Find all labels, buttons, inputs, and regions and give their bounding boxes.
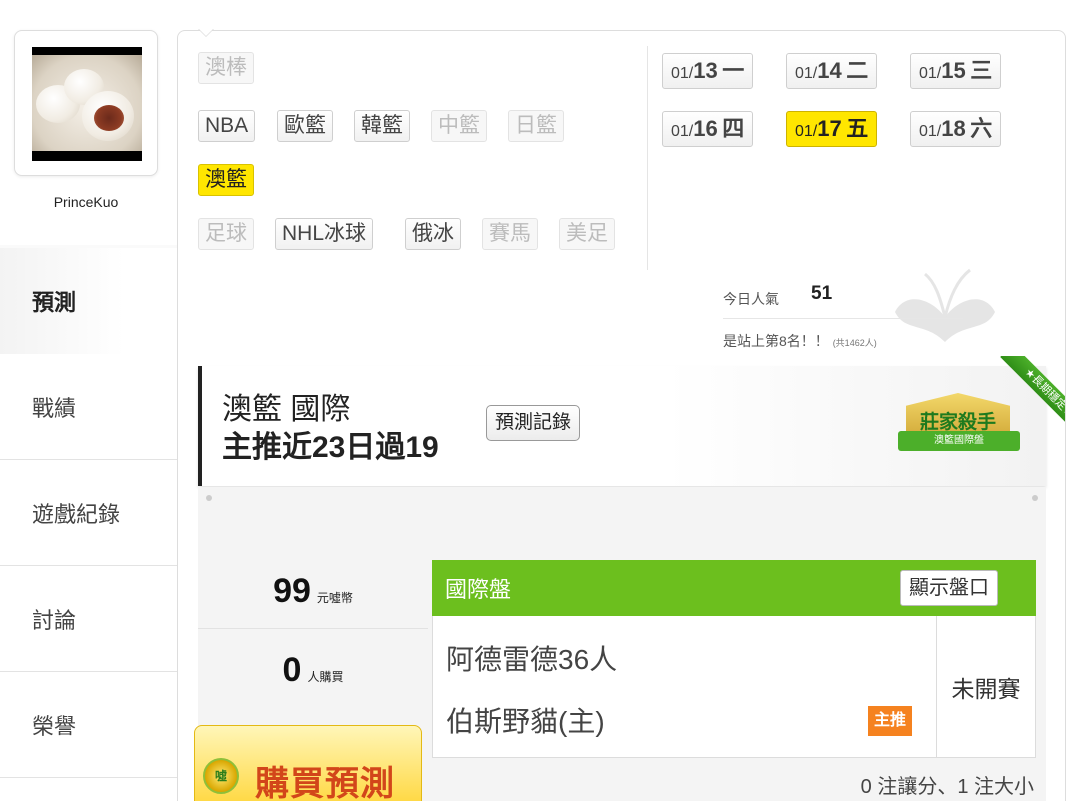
- date-button-0118[interactable]: 01/18 六: [910, 111, 1002, 147]
- sport-tag-horse-racing[interactable]: 賽馬: [482, 218, 538, 250]
- buy-prediction-button[interactable]: 噓 購買預測: [194, 725, 422, 801]
- sport-tag-aus-baseball[interactable]: 澳棒: [198, 52, 254, 84]
- date-day: 13: [693, 58, 718, 83]
- corner-dot: [206, 495, 212, 501]
- date-button-0113[interactable]: 01/13 一: [662, 53, 754, 89]
- date-day: 15: [941, 58, 966, 83]
- date-day: 17: [817, 116, 842, 141]
- sport-tag-japan-basketball[interactable]: 日籃: [508, 110, 564, 142]
- price-value: 99: [273, 572, 311, 610]
- buyers-value: 0: [282, 650, 302, 689]
- rank-text: 是站上第8名！！ (共1462人): [723, 331, 877, 351]
- sport-tag-korea-basketball[interactable]: 韓籃: [354, 110, 410, 142]
- date-weekday: 五: [846, 116, 869, 141]
- nav-item-predict[interactable]: 預測: [0, 248, 178, 354]
- market-title: 國際盤: [445, 577, 512, 602]
- popularity-divider: [723, 318, 963, 319]
- date-weekday: 六: [970, 116, 993, 141]
- panel-notch: [198, 29, 214, 40]
- buyers-cell: 0 人購買: [198, 640, 428, 700]
- date-prefix: 01/: [795, 123, 818, 140]
- date-button-0114[interactable]: 01/14 二: [786, 53, 878, 89]
- sport-tag-aus-basketball[interactable]: 澳籃: [198, 164, 254, 196]
- nav-item-record[interactable]: 戰績: [0, 354, 178, 460]
- record-title: 主推近23日過19: [222, 431, 439, 464]
- date-weekday: 一: [722, 58, 745, 83]
- prediction-history-button[interactable]: 預測記錄: [486, 405, 581, 441]
- avatar-bun-filling: [94, 105, 124, 131]
- date-button-0116[interactable]: 01/16 四: [662, 111, 754, 147]
- popularity-value: 51: [811, 283, 833, 304]
- bets-summary: 0 注讓分、1 注大小: [860, 776, 1034, 798]
- date-weekday: 二: [846, 58, 869, 83]
- date-prefix: 01/: [671, 123, 694, 140]
- nav-item-game-log[interactable]: 遊戲紀錄: [0, 460, 178, 566]
- date-prefix: 01/: [919, 123, 942, 140]
- corner-ribbon: ★長期穩定★: [975, 356, 1065, 446]
- sport-tag-nba[interactable]: NBA: [198, 110, 256, 142]
- nav-item-discuss[interactable]: 討論: [0, 566, 178, 672]
- date-day: 14: [817, 58, 842, 83]
- sport-tag-euro-basketball[interactable]: 歐籃: [277, 110, 333, 142]
- date-day: 18: [941, 116, 966, 141]
- date-weekday: 四: [722, 116, 745, 141]
- corner-dot: [1032, 495, 1038, 501]
- game-status: 未開賽: [951, 676, 1021, 702]
- date-day: 16: [693, 116, 718, 141]
- popularity-label: 今日人氣: [723, 291, 779, 307]
- price-cell: 99 元噓幣: [198, 555, 428, 629]
- date-prefix: 01/: [795, 65, 818, 82]
- sport-tag-china-basketball[interactable]: 中籃: [431, 110, 487, 142]
- rank-total: (共1462人): [832, 338, 877, 348]
- date-prefix: 01/: [919, 65, 942, 82]
- coin-icon: 噓: [203, 758, 239, 794]
- show-odds-button[interactable]: 顯示盤口: [900, 570, 998, 606]
- butterfly-watermark-icon: [895, 268, 995, 342]
- rank-label: 是站上第8名！！: [723, 333, 829, 349]
- home-team: 伯斯野貓(主): [446, 706, 605, 737]
- price-unit: 元噓幣: [316, 591, 353, 605]
- away-team: 阿德雷德36人: [446, 644, 618, 675]
- date-weekday: 三: [970, 58, 993, 83]
- nav-item-honor[interactable]: 榮譽: [0, 672, 178, 778]
- username[interactable]: PrinceKuo: [14, 194, 158, 210]
- sport-tag-american-football[interactable]: 美足: [559, 218, 615, 250]
- date-prefix: 01/: [671, 65, 694, 82]
- date-button-0117[interactable]: 01/17 五: [786, 111, 878, 147]
- avatar-plate: [32, 55, 142, 151]
- avatar-card[interactable]: [14, 30, 158, 176]
- sport-tag-russia-hockey[interactable]: 俄冰: [405, 218, 461, 250]
- filter-divider: [647, 46, 648, 270]
- date-button-0115[interactable]: 01/15 三: [910, 53, 1002, 89]
- buyers-unit: 人購買: [307, 669, 344, 684]
- corner-ribbon-label: ★長期穩定★: [1000, 356, 1065, 442]
- buy-prediction-label: 購買預測: [255, 765, 395, 801]
- sport-tag-soccer[interactable]: 足球: [198, 218, 254, 250]
- sport-tag-nhl[interactable]: NHL冰球: [275, 218, 374, 250]
- main-pick-badge: 主推: [868, 706, 913, 736]
- avatar[interactable]: [32, 47, 142, 161]
